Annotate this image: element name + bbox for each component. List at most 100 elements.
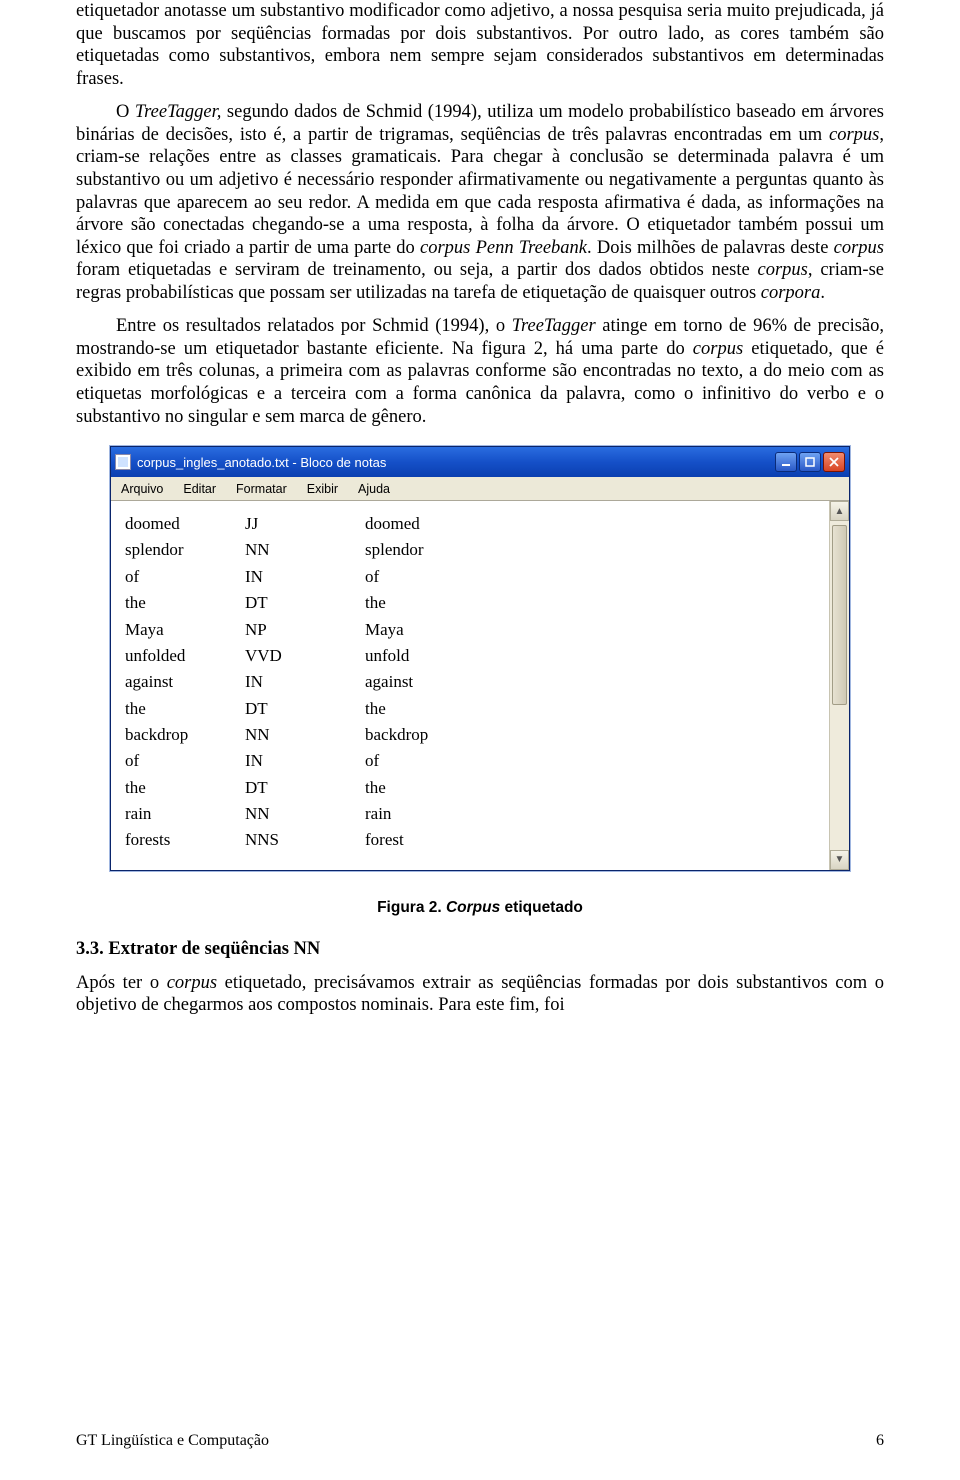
caption-italic: Corpus	[446, 899, 500, 916]
table-row: againstINagainst	[125, 669, 815, 695]
scroll-up-button[interactable]: ▲	[830, 501, 849, 521]
paragraph-1: etiquetador anotasse um substantivo modi…	[76, 0, 884, 90]
table-row: backdropNNbackdrop	[125, 722, 815, 748]
cell: forests	[125, 827, 245, 853]
text-italic: corpus	[167, 973, 217, 993]
table-row: theDTthe	[125, 696, 815, 722]
section-heading: 3.3. Extrator de seqüências NN	[76, 939, 884, 960]
paragraph-4: Após ter o corpus etiquetado, precisávam…	[76, 972, 884, 1017]
notepad-content[interactable]: doomedJJdoomed splendorNNsplendor ofINof…	[111, 501, 829, 869]
table-row: MayaNPMaya	[125, 617, 815, 643]
cell: forest	[365, 827, 815, 853]
table-row: doomedJJdoomed	[125, 511, 815, 537]
cell: DT	[245, 696, 365, 722]
table-row: theDTthe	[125, 590, 815, 616]
menu-item-editar[interactable]: Editar	[173, 482, 226, 496]
text: O	[116, 102, 135, 122]
cell: splendor	[365, 537, 815, 563]
cell: the	[365, 590, 815, 616]
menu-item-exibir[interactable]: Exibir	[297, 482, 348, 496]
footer-left: GT Lingüística e Computação	[76, 1432, 269, 1450]
text: foram etiquetadas e serviram de treiname…	[76, 260, 758, 280]
page-footer: GT Lingüística e Computação 6	[76, 1432, 884, 1450]
text: Entre os resultados relatados por Schmid…	[116, 316, 512, 336]
window-buttons	[775, 452, 845, 472]
notepad-icon	[115, 454, 131, 470]
table-row: ofINof	[125, 748, 815, 774]
close-button[interactable]	[823, 452, 845, 472]
scroll-down-button[interactable]: ▼	[830, 850, 849, 870]
scroll-track[interactable]	[830, 521, 849, 849]
cell: of	[365, 564, 815, 590]
cell: the	[125, 590, 245, 616]
cell: NN	[245, 722, 365, 748]
cell: NP	[245, 617, 365, 643]
cell: doomed	[365, 511, 815, 537]
notepad-body: doomedJJdoomed splendorNNsplendor ofINof…	[111, 501, 849, 869]
table-row: ofINof	[125, 564, 815, 590]
cell: DT	[245, 590, 365, 616]
cell: splendor	[125, 537, 245, 563]
footer-page-number: 6	[876, 1432, 884, 1450]
cell: unfold	[365, 643, 815, 669]
cell: the	[365, 775, 815, 801]
minimize-button[interactable]	[775, 452, 797, 472]
cell: VVD	[245, 643, 365, 669]
caption-label: Figura 2.	[377, 899, 446, 916]
text-italic: corpora	[761, 283, 821, 303]
menu-item-formatar[interactable]: Formatar	[226, 482, 297, 496]
cell: doomed	[125, 511, 245, 537]
paragraph-2: O TreeTagger, segundo dados de Schmid (1…	[76, 101, 884, 304]
cell: JJ	[245, 511, 365, 537]
text-italic: corpus Penn Treebank	[420, 238, 587, 258]
cell: IN	[245, 669, 365, 695]
cell: backdrop	[365, 722, 815, 748]
menu-item-arquivo[interactable]: Arquivo	[111, 482, 173, 496]
maximize-button[interactable]	[799, 452, 821, 472]
figure-caption: Figura 2. Corpus etiquetado	[76, 899, 884, 917]
cell: of	[125, 748, 245, 774]
titlebar: corpus_ingles_anotado.txt - Bloco de not…	[111, 447, 849, 477]
caption-tail: etiquetado	[500, 899, 583, 916]
text: .	[820, 283, 825, 303]
cell: the	[365, 696, 815, 722]
cell: backdrop	[125, 722, 245, 748]
menubar: Arquivo Editar Formatar Exibir Ajuda	[111, 477, 849, 501]
cell: of	[365, 748, 815, 774]
cell: DT	[245, 775, 365, 801]
menu-item-ajuda[interactable]: Ajuda	[348, 482, 400, 496]
text-italic: TreeTagger,	[135, 102, 222, 122]
text-italic: corpus	[758, 260, 808, 280]
cell: against	[125, 669, 245, 695]
window-title: corpus_ingles_anotado.txt - Bloco de not…	[137, 455, 775, 470]
table-row: rainNNrain	[125, 801, 815, 827]
cell: of	[125, 564, 245, 590]
table-row: theDTthe	[125, 775, 815, 801]
cell: the	[125, 775, 245, 801]
table-row: forestsNNSforest	[125, 827, 815, 853]
table-row: unfoldedVVDunfold	[125, 643, 815, 669]
text: Após ter o	[76, 973, 167, 993]
scroll-thumb[interactable]	[832, 525, 847, 705]
cell: NN	[245, 537, 365, 563]
text-italic: corpus	[834, 238, 884, 258]
cell: rain	[125, 801, 245, 827]
cell: Maya	[125, 617, 245, 643]
cell: NNS	[245, 827, 365, 853]
cell: NN	[245, 801, 365, 827]
text: . Dois milhões de palavras deste	[587, 238, 834, 258]
text-italic: TreeTagger	[512, 316, 596, 336]
cell: against	[365, 669, 815, 695]
scrollbar[interactable]: ▲ ▼	[829, 501, 849, 869]
cell: Maya	[365, 617, 815, 643]
cell: IN	[245, 564, 365, 590]
paragraph-3: Entre os resultados relatados por Schmid…	[76, 315, 884, 428]
cell: IN	[245, 748, 365, 774]
text-italic: corpus	[693, 339, 743, 359]
notepad-window: corpus_ingles_anotado.txt - Bloco de not…	[110, 446, 850, 870]
cell: the	[125, 696, 245, 722]
text-italic: corpus	[829, 125, 879, 145]
cell: unfolded	[125, 643, 245, 669]
table-row: splendorNNsplendor	[125, 537, 815, 563]
cell: rain	[365, 801, 815, 827]
